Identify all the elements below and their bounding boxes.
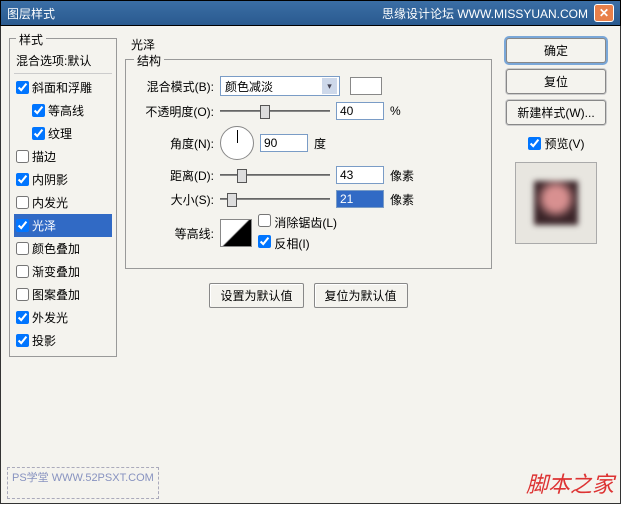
style-checkbox[interactable] [16, 173, 29, 186]
preview-check[interactable]: 预览(V) [528, 135, 585, 152]
blend-options-header[interactable]: 混合选项:默认 [14, 49, 112, 74]
style-checkbox[interactable] [16, 311, 29, 324]
style-checkbox[interactable] [32, 104, 45, 117]
style-item-11[interactable]: 投影 [14, 329, 112, 352]
size-input[interactable]: 21 [336, 190, 384, 208]
blend-mode-select[interactable]: 颜色减淡 ▾ [220, 76, 340, 96]
style-checkbox[interactable] [16, 150, 29, 163]
contour-picker[interactable] [220, 219, 252, 247]
preview-thumbnail [515, 162, 597, 244]
opacity-slider[interactable] [220, 103, 330, 119]
reset-default-button[interactable]: 复位为默认值 [314, 283, 408, 308]
size-label: 大小(S): [134, 191, 214, 208]
style-label: 外发光 [32, 309, 68, 326]
style-item-8[interactable]: 渐变叠加 [14, 260, 112, 283]
panel-title: 光泽 [131, 36, 492, 53]
angle-input[interactable]: 90 [260, 134, 308, 152]
style-label: 投影 [32, 332, 56, 349]
angle-label: 角度(N): [134, 135, 214, 152]
style-checkbox[interactable] [32, 127, 45, 140]
style-item-5[interactable]: 内发光 [14, 191, 112, 214]
style-label: 内发光 [32, 194, 68, 211]
style-item-2[interactable]: 纹理 [14, 122, 112, 145]
style-label: 光泽 [32, 217, 56, 234]
style-label: 渐变叠加 [32, 263, 80, 280]
new-style-button[interactable]: 新建样式(W)... [506, 100, 606, 125]
size-slider[interactable] [220, 191, 330, 207]
style-item-6[interactable]: 光泽 [14, 214, 112, 237]
opacity-input[interactable]: 40 [336, 102, 384, 120]
styles-heading: 样式 [16, 31, 46, 48]
style-checkbox[interactable] [16, 288, 29, 301]
contour-label: 等高线: [134, 225, 214, 242]
close-button[interactable]: ✕ [594, 4, 614, 22]
dialog-title: 图层样式 [7, 5, 55, 22]
style-label: 描边 [32, 148, 56, 165]
style-item-3[interactable]: 描边 [14, 145, 112, 168]
reset-button[interactable]: 复位 [506, 69, 606, 94]
chevron-down-icon: ▾ [322, 78, 337, 94]
style-label: 斜面和浮雕 [32, 79, 92, 96]
style-item-0[interactable]: 斜面和浮雕 [14, 76, 112, 99]
style-checkbox[interactable] [16, 219, 29, 232]
invert-check[interactable]: 反相(I) [258, 235, 337, 252]
style-checkbox[interactable] [16, 81, 29, 94]
style-item-1[interactable]: 等高线 [14, 99, 112, 122]
style-checkbox[interactable] [16, 265, 29, 278]
distance-input[interactable]: 43 [336, 166, 384, 184]
color-swatch[interactable] [350, 77, 382, 95]
style-item-10[interactable]: 外发光 [14, 306, 112, 329]
style-checkbox[interactable] [16, 242, 29, 255]
style-label: 颜色叠加 [32, 240, 80, 257]
style-item-7[interactable]: 颜色叠加 [14, 237, 112, 260]
ok-button[interactable]: 确定 [506, 38, 606, 63]
antialias-check[interactable]: 消除锯齿(L) [258, 214, 337, 231]
style-label: 纹理 [48, 125, 72, 142]
style-checkbox[interactable] [16, 334, 29, 347]
style-label: 图案叠加 [32, 286, 80, 303]
style-label: 等高线 [48, 102, 84, 119]
style-item-9[interactable]: 图案叠加 [14, 283, 112, 306]
titlebar-credit: 思缘设计论坛 WWW.MISSYUAN.COM [382, 5, 588, 22]
style-label: 内阴影 [32, 171, 68, 188]
set-default-button[interactable]: 设置为默认值 [209, 283, 303, 308]
structure-legend: 结构 [134, 52, 164, 69]
opacity-label: 不透明度(O): [134, 103, 214, 120]
style-item-4[interactable]: 内阴影 [14, 168, 112, 191]
blend-mode-label: 混合模式(B): [134, 78, 214, 95]
distance-label: 距离(D): [134, 167, 214, 184]
style-checkbox[interactable] [16, 196, 29, 209]
angle-dial[interactable] [220, 126, 254, 160]
distance-slider[interactable] [220, 167, 330, 183]
